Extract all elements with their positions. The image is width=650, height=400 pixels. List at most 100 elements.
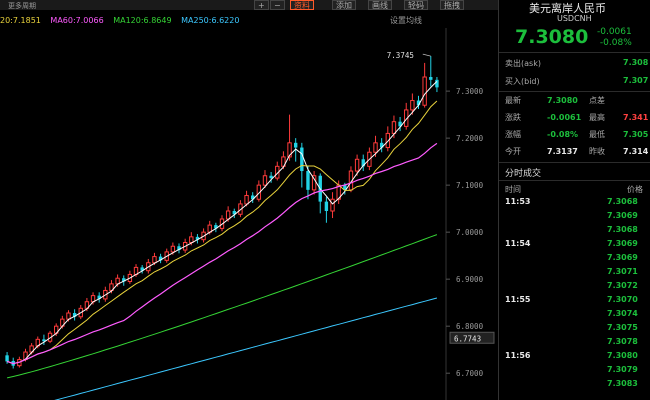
candle-body xyxy=(170,245,176,253)
trade-price: 7.3069 xyxy=(607,253,638,262)
y-tick-label: 6.9000 xyxy=(456,275,484,284)
quote-row: 涨跌 -0.0061 最高 7.341 xyxy=(505,111,650,125)
trade-price: 7.3070 xyxy=(607,295,638,304)
quote-label: 昨收 xyxy=(589,147,605,156)
col-time-header: 时间 xyxy=(505,185,521,194)
last-price: 7.3080 xyxy=(515,26,589,48)
quote-label: 涨幅 xyxy=(505,130,521,139)
ma60-line xyxy=(6,142,438,365)
zoom-out-button[interactable]: − xyxy=(270,0,285,10)
candle-body xyxy=(354,158,360,172)
y-tick-label: 6.7000 xyxy=(456,369,484,378)
trade-row: 11:55 7.3070 xyxy=(499,294,650,306)
candle-body xyxy=(269,175,273,179)
quote-label: 涨跌 xyxy=(505,113,521,122)
ma-settings-link[interactable]: 设置均线 xyxy=(390,16,422,26)
quote-value: 7.305 xyxy=(623,130,649,139)
peak-pointer xyxy=(422,53,431,57)
trade-time: 11:55 xyxy=(505,295,531,304)
ask-label: 卖出(ask) xyxy=(505,59,541,68)
trade-row: 7.3069 xyxy=(499,210,650,222)
trade-row: 7.3071 xyxy=(499,266,650,278)
candle-body xyxy=(324,201,329,211)
trade-price: 7.3071 xyxy=(607,267,638,276)
candle-body xyxy=(306,171,310,190)
candle-body xyxy=(410,100,415,111)
trade-price: 7.3074 xyxy=(607,309,638,318)
candlestick-chart[interactable]: 7.3000 7.2000 7.1000 7.0000 6.9000 6.8000 6.70… xyxy=(0,0,498,400)
ma20-legend: 20:7.1851 xyxy=(0,16,41,25)
quote-value: -0.0061 xyxy=(547,113,582,122)
candle-body xyxy=(422,76,427,106)
trade-row: 11:56 7.3080 xyxy=(499,350,650,362)
candle-body xyxy=(391,121,397,134)
candle-body xyxy=(66,312,71,320)
candle-body xyxy=(435,79,439,88)
ma120-legend: MA120:6.8649 xyxy=(113,16,172,25)
add-button[interactable]: 添加 xyxy=(332,0,356,10)
ma250-line xyxy=(54,297,438,400)
divider xyxy=(499,162,650,163)
quote-value: 7.341 xyxy=(623,113,649,122)
price-tag-label: 6.7743 xyxy=(454,334,481,343)
trade-row: 7.3078 xyxy=(499,336,650,348)
candle-body xyxy=(373,142,378,153)
quote-row: 最新 7.3080 点差 xyxy=(505,94,650,108)
trade-time: 11:54 xyxy=(505,239,531,248)
quote-panel: 美元离岸人民币 USDCNH 7.3080 -0.0061 -0.08% 卖出(… xyxy=(498,0,650,400)
trade-row: 7.3068 xyxy=(499,224,650,236)
trade-time: 11:56 xyxy=(505,351,531,360)
trade-row: 7.3075 xyxy=(499,322,650,334)
quote-value: 7.314 xyxy=(623,147,649,156)
candle-body xyxy=(244,194,249,205)
peak-label: 7.3745 xyxy=(387,51,414,60)
quote-label: 最新 xyxy=(505,96,521,105)
trade-price: 7.3072 xyxy=(607,281,638,290)
y-tick-label: 7.2000 xyxy=(456,134,484,143)
candle-body xyxy=(189,236,194,243)
feature-button[interactable]: 轻码 xyxy=(404,0,428,10)
trade-row: 7.3074 xyxy=(499,308,650,320)
trade-row: 11:53 7.3068 xyxy=(499,196,650,208)
trade-row: 11:54 7.3069 xyxy=(499,238,650,250)
candle-body xyxy=(294,142,298,148)
candle-body xyxy=(429,77,433,80)
y-tick-label: 6.8000 xyxy=(456,322,484,331)
trade-price: 7.3075 xyxy=(607,323,638,332)
price-change-abs: -0.0061 xyxy=(597,27,632,37)
trade-row: 7.3072 xyxy=(499,280,650,292)
quote-row: 涨幅 -0.08% 最低 7.305 xyxy=(505,128,650,142)
trade-price: 7.3078 xyxy=(607,337,638,346)
draw-button[interactable]: 画线 xyxy=(368,0,392,10)
quote-value: -0.08% xyxy=(547,130,579,139)
chart-toolbar: 更多周期 + − 资料 添加 画线 轻码 拖拽 xyxy=(0,0,498,10)
divider xyxy=(499,180,650,181)
indicator-menu-button[interactable]: 资料 xyxy=(290,0,314,10)
trade-price: 7.3069 xyxy=(607,239,638,248)
trade-row: 7.3083 xyxy=(499,378,650,390)
ask-row: 卖出(ask) 7.308 xyxy=(505,58,650,70)
ma120-line xyxy=(6,234,438,379)
trade-price: 7.3068 xyxy=(607,225,638,234)
y-tick-label: 7.0000 xyxy=(456,228,484,237)
trade-time: 11:53 xyxy=(505,197,531,206)
quote-label: 最高 xyxy=(589,113,605,122)
quote-value: 7.3080 xyxy=(547,96,578,105)
bid-value: 7.307 xyxy=(623,76,649,85)
candle-body xyxy=(262,175,268,186)
zoom-in-button[interactable]: + xyxy=(254,0,269,10)
quote-value: 7.3137 xyxy=(547,147,578,156)
trade-price: 7.3079 xyxy=(607,365,638,374)
quote-row: 今开 7.3137 昨收 7.314 xyxy=(505,145,650,159)
drag-button[interactable]: 拖拽 xyxy=(440,0,464,10)
quote-label: 点差 xyxy=(589,96,605,105)
y-tick-label: 7.3000 xyxy=(456,87,484,96)
ma20-line xyxy=(6,100,438,365)
divider xyxy=(499,91,650,92)
bid-row: 买入(bid) 7.307 xyxy=(505,76,650,88)
more-cycles-button[interactable]: 更多周期 xyxy=(8,1,36,11)
ask-value: 7.308 xyxy=(623,58,649,67)
candle-body xyxy=(115,277,120,285)
divider xyxy=(499,52,650,53)
ma60-legend: MA60:7.0066 xyxy=(50,16,104,25)
